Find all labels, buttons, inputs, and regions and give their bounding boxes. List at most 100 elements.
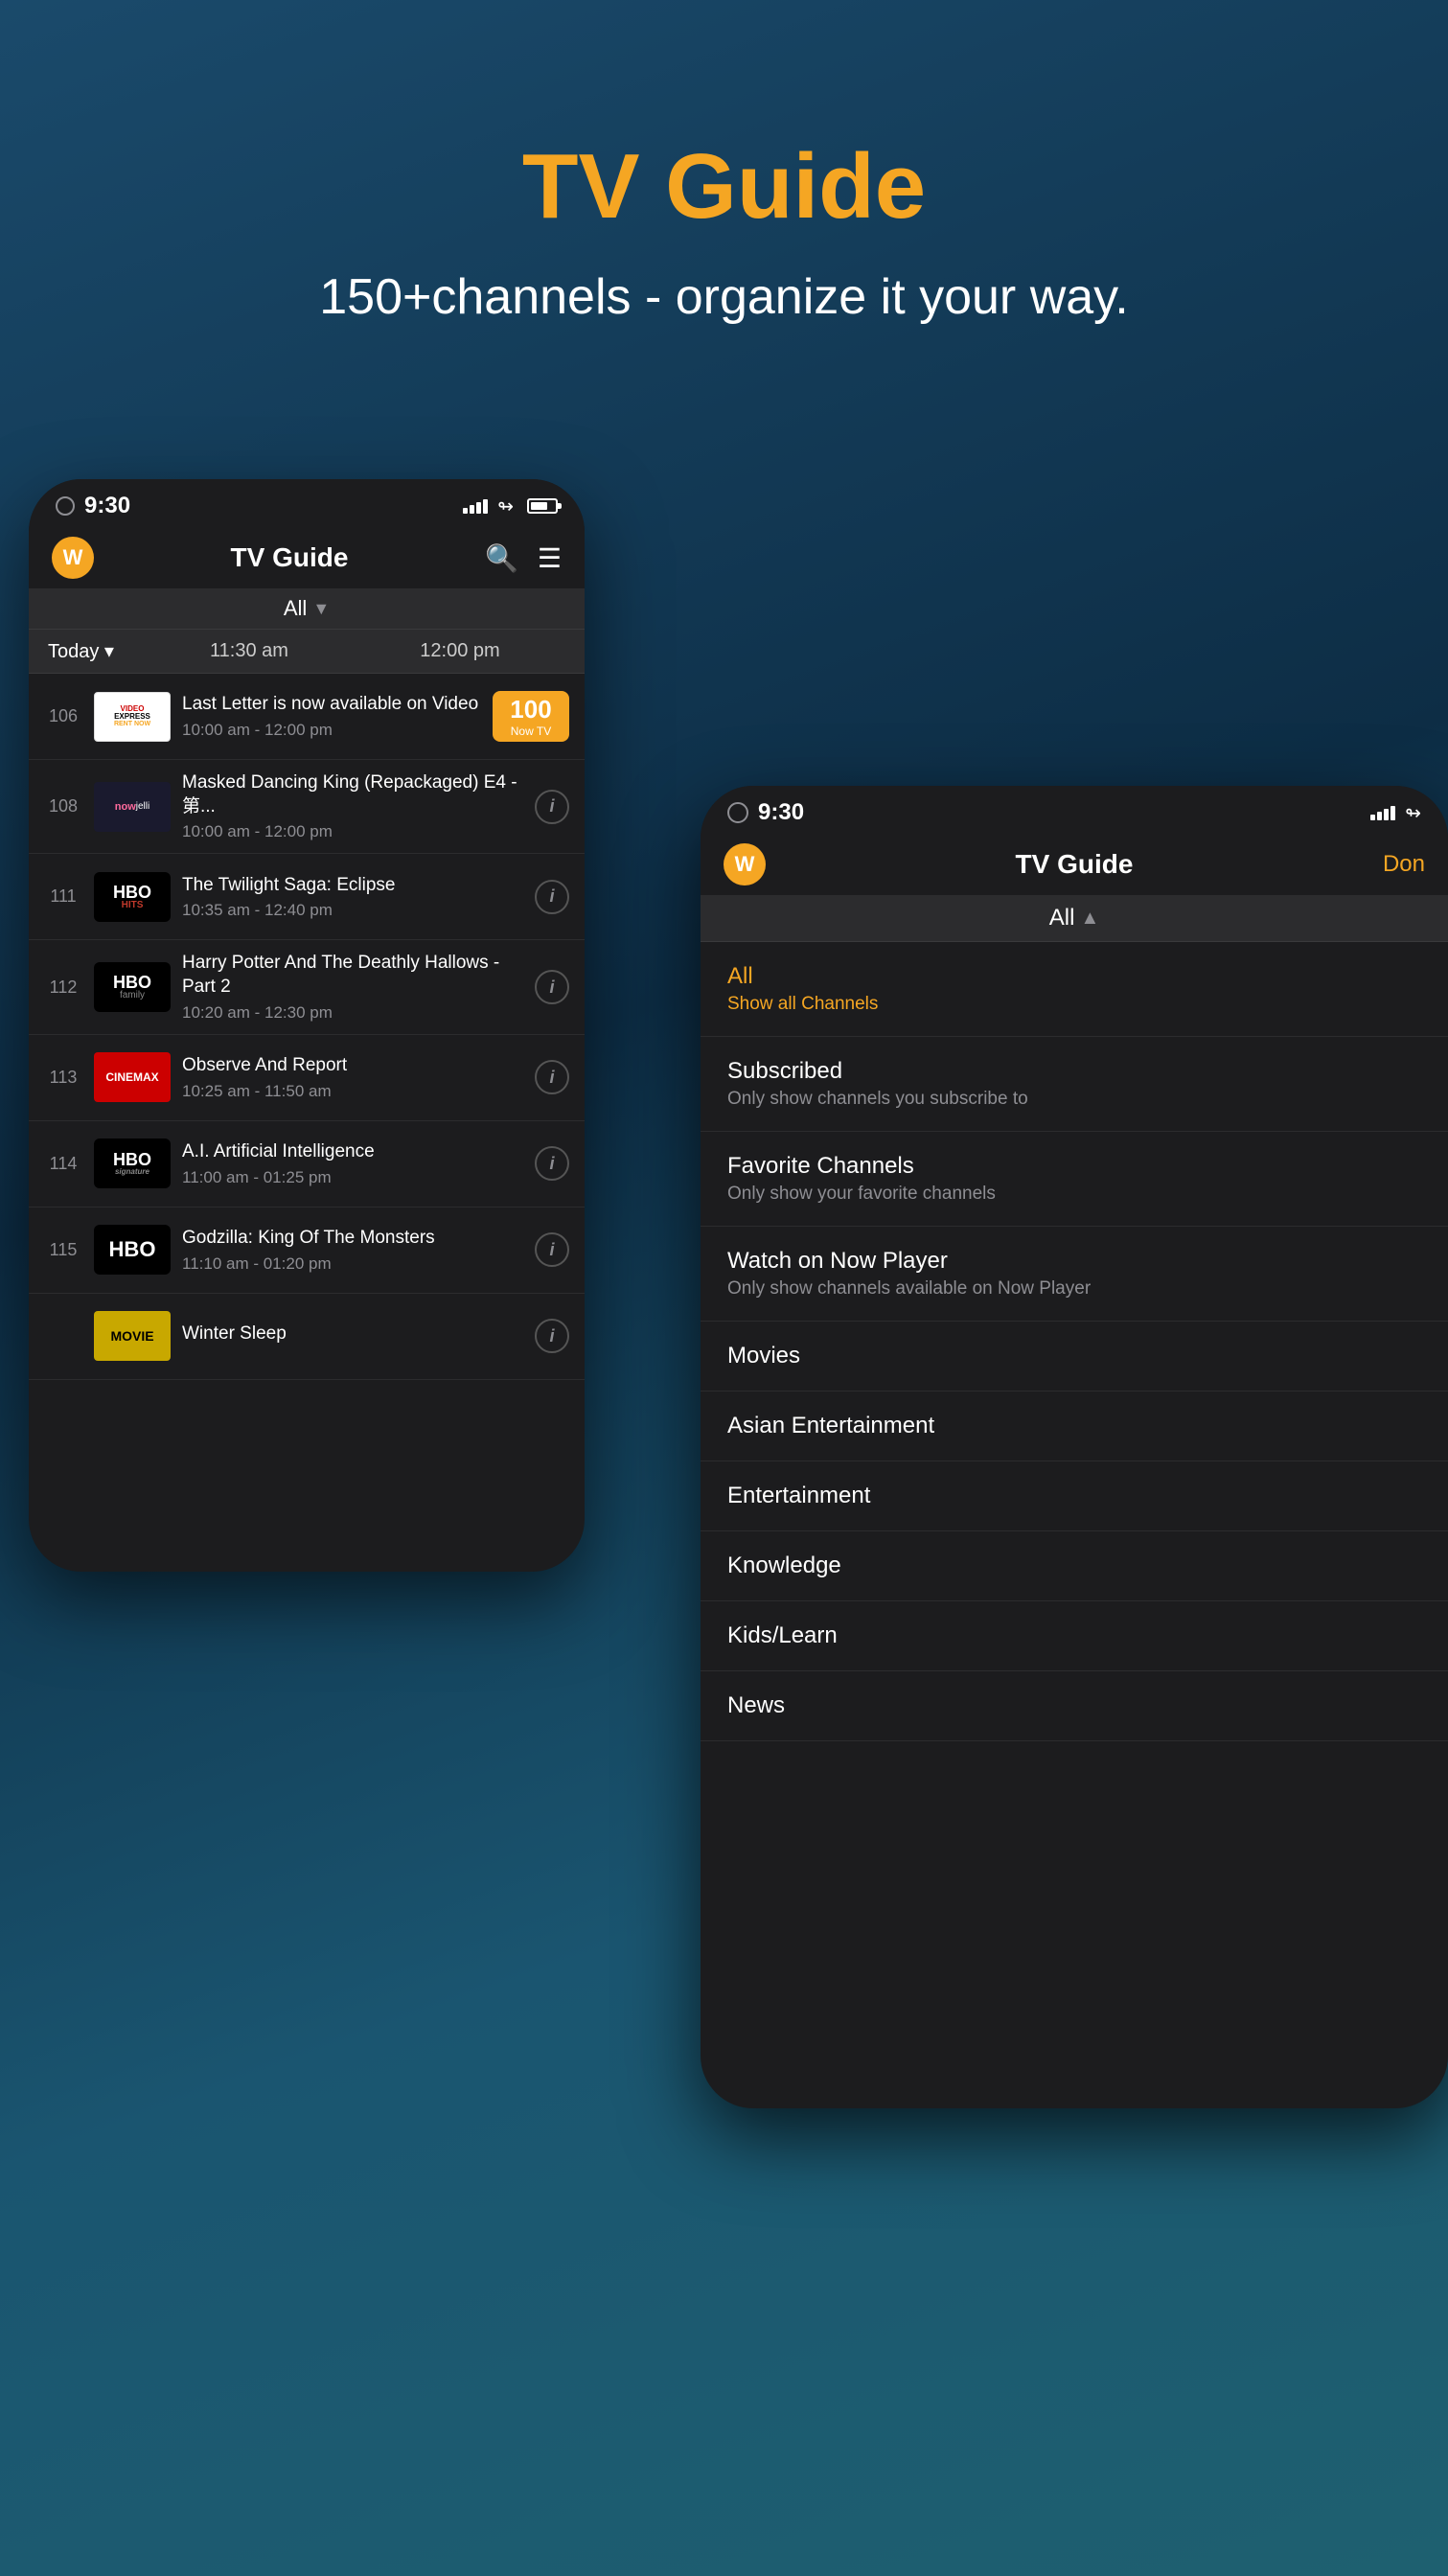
filter-bar-back[interactable]: All ▼	[29, 588, 585, 630]
dropdown-title-movies: Movies	[727, 1343, 1421, 1369]
signal-icon-front	[1370, 806, 1395, 820]
channel-row-106[interactable]: 106 VIDEO EXPRESS RENT NOW Last Letter i…	[29, 674, 585, 760]
nav-logo-back: W	[52, 537, 94, 579]
dropdown-title-favorite: Favorite Channels	[727, 1153, 1421, 1180]
info-badge-111: i	[535, 880, 569, 914]
channel-row-112[interactable]: 112 HBO family Harry Potter And The Deat…	[29, 940, 585, 1034]
channel-logo-113: CINEMAX	[94, 1052, 171, 1102]
dropdown-title-all: All	[727, 963, 1421, 990]
channel-number-106: 106	[44, 706, 82, 726]
dropdown-sub-subscribed: Only show channels you subscribe to	[727, 1089, 1421, 1110]
dropdown-item-entertainment[interactable]: Entertainment	[701, 1461, 1448, 1531]
channel-time-115: 11:10 am - 01:20 pm	[182, 1254, 535, 1274]
wifi-icon-back: ↬	[497, 494, 514, 518]
dropdown-title-asian: Asian Entertainment	[727, 1413, 1421, 1439]
phones-container: 9:30 ↬ W TV Guide 🔍 ☰	[0, 460, 1448, 2576]
channel-title-113: Observe And Report	[182, 1054, 535, 1078]
channel-title-108: Masked Dancing King (Repackaged) E4 -第..…	[182, 771, 535, 818]
channel-logo-114: HBO signature	[94, 1138, 171, 1188]
channel-title-movie: Winter Sleep	[182, 1322, 535, 1346]
channel-logo-108: now jelli	[94, 782, 171, 832]
info-badge-movie: i	[535, 1319, 569, 1353]
chevron-up-icon: ▲	[1080, 908, 1099, 930]
status-bar-front: 9:30 ↬	[701, 786, 1448, 834]
nav-title-back: TV Guide	[231, 542, 349, 573]
info-badge-115: i	[535, 1232, 569, 1267]
dropdown-item-all[interactable]: All Show all Channels	[701, 942, 1448, 1037]
info-badge-114: i	[535, 1146, 569, 1181]
today-label[interactable]: Today ▾	[48, 639, 144, 663]
now-tv-number: 100	[510, 695, 551, 724]
channel-number-115: 115	[44, 1240, 82, 1260]
hero-subtitle: 150+channels - organize it your way.	[0, 268, 1448, 326]
battery-icon-back	[527, 498, 558, 514]
dropdown-item-subscribed[interactable]: Subscribed Only show channels you subscr…	[701, 1037, 1448, 1132]
chevron-down-icon-back: ▼	[312, 599, 330, 619]
channel-row-111[interactable]: 111 HBO HITS The Twilight Saga: Eclipse …	[29, 854, 585, 940]
dropdown-item-nowplayer[interactable]: Watch on Now Player Only show channels a…	[701, 1227, 1448, 1322]
channel-logo-112: HBO family	[94, 962, 171, 1012]
info-badge-112: i	[535, 970, 569, 1004]
status-icons-back: ↬	[463, 494, 558, 518]
channel-row-114[interactable]: 114 HBO signature A.I. Artificial Intell…	[29, 1121, 585, 1208]
channel-row-115[interactable]: 115 HBO Godzilla: King Of The Monsters 1…	[29, 1208, 585, 1294]
dropdown-title-nowplayer: Watch on Now Player	[727, 1248, 1421, 1275]
nav-logo-front: W	[724, 843, 766, 886]
channel-logo-106: VIDEO EXPRESS RENT NOW	[94, 692, 171, 742]
dropdown-item-kids[interactable]: Kids/Learn	[701, 1601, 1448, 1671]
channel-title-115: Godzilla: King Of The Monsters	[182, 1227, 535, 1251]
dropdown-sub-all: Show all Channels	[727, 994, 1421, 1015]
dropdown-title-news: News	[727, 1692, 1421, 1719]
dropdown-item-knowledge[interactable]: Knowledge	[701, 1531, 1448, 1601]
done-button[interactable]: Don	[1383, 851, 1425, 878]
time-back: 9:30	[84, 493, 130, 519]
channel-title-114: A.I. Artificial Intelligence	[182, 1140, 535, 1164]
channel-number-108: 108	[44, 796, 82, 816]
channel-logo-111: HBO HITS	[94, 872, 171, 922]
status-circle-front	[727, 802, 748, 823]
dropdown-title-entertainment: Entertainment	[727, 1483, 1421, 1509]
info-badge-113: i	[535, 1060, 569, 1094]
info-badge-108: i	[535, 790, 569, 824]
nav-bar-back: W TV Guide 🔍 ☰	[29, 527, 585, 588]
search-icon-back[interactable]: 🔍	[485, 542, 518, 574]
time-slot-2: 12:00 pm	[355, 640, 565, 662]
dropdown-item-favorite[interactable]: Favorite Channels Only show your favorit…	[701, 1132, 1448, 1227]
filter-label-front: All	[1049, 905, 1075, 932]
channel-info-106: Last Letter is now available on Video 10…	[182, 693, 493, 740]
status-icons-front: ↬	[1370, 801, 1421, 825]
channel-info-108: Masked Dancing King (Repackaged) E4 -第..…	[182, 771, 535, 841]
filter-bar-front[interactable]: All ▲	[701, 895, 1448, 942]
signal-icon-back	[463, 499, 488, 514]
channel-number-113: 113	[44, 1068, 82, 1088]
hero-section: TV Guide 150+channels - organize it your…	[0, 0, 1448, 402]
nav-icons-back: 🔍 ☰	[485, 542, 562, 574]
channel-time-112: 10:20 am - 12:30 pm	[182, 1003, 535, 1023]
channel-title-112: Harry Potter And The Deathly Hallows - P…	[182, 952, 535, 999]
nav-title-front: TV Guide	[1016, 849, 1134, 880]
now-tv-label: Now TV	[511, 724, 551, 738]
dropdown-item-asian[interactable]: Asian Entertainment	[701, 1392, 1448, 1461]
channel-row-113[interactable]: 113 CINEMAX Observe And Report 10:25 am …	[29, 1035, 585, 1121]
dropdown-sub-nowplayer: Only show channels available on Now Play…	[727, 1278, 1421, 1300]
dropdown-title-subscribed: Subscribed	[727, 1058, 1421, 1085]
channel-title-106: Last Letter is now available on Video	[182, 693, 493, 717]
channel-row-108[interactable]: 108 now jelli Masked Dancing King (Repac…	[29, 760, 585, 854]
channel-info-movie: Winter Sleep	[182, 1322, 535, 1350]
time-slot-1: 11:30 am	[144, 640, 355, 662]
channel-logo-movie: MOVIE	[94, 1311, 171, 1361]
dropdown-title-kids: Kids/Learn	[727, 1622, 1421, 1649]
time-front: 9:30	[758, 799, 804, 826]
now-tv-badge-106: 100 Now TV	[493, 691, 569, 742]
phone-front: 9:30 ↬ W TV Guide Don All ▲	[701, 786, 1448, 2108]
dropdown-title-knowledge: Knowledge	[727, 1552, 1421, 1579]
channel-row-movie[interactable]: MOVIE Winter Sleep i	[29, 1294, 585, 1380]
channel-time-106: 10:00 am - 12:00 pm	[182, 721, 493, 740]
channel-number-111: 111	[44, 886, 82, 907]
menu-icon-back[interactable]: ☰	[538, 542, 562, 574]
channel-info-115: Godzilla: King Of The Monsters 11:10 am …	[182, 1227, 535, 1274]
channel-logo-115: HBO	[94, 1225, 171, 1275]
dropdown-item-movies[interactable]: Movies	[701, 1322, 1448, 1392]
dropdown-item-news[interactable]: News	[701, 1671, 1448, 1741]
wifi-icon-front: ↬	[1405, 801, 1421, 825]
